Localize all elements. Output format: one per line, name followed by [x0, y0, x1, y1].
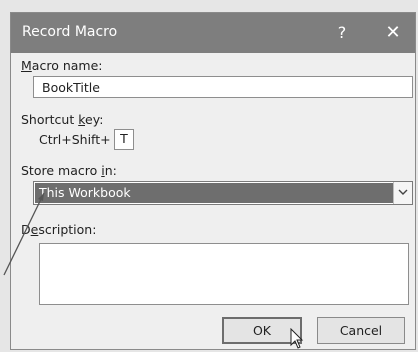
store-macro-in-select[interactable]: This Workbook	[33, 181, 413, 205]
shortcut-key-field[interactable]: T	[114, 129, 134, 150]
description-field[interactable]	[39, 243, 409, 305]
macro-name-field[interactable]: BookTitle	[33, 76, 413, 98]
cancel-button[interactable]: Cancel	[317, 317, 405, 344]
help-button[interactable]: ?	[329, 21, 355, 45]
mouse-pointer-icon	[290, 328, 304, 349]
callout-arrow	[3, 192, 45, 276]
store-macro-in-value: This Workbook	[35, 183, 393, 203]
close-button[interactable]: ✕	[379, 21, 407, 45]
chevron-down-icon[interactable]	[393, 182, 412, 204]
title-bar: Record Macro ? ✕	[11, 13, 415, 53]
